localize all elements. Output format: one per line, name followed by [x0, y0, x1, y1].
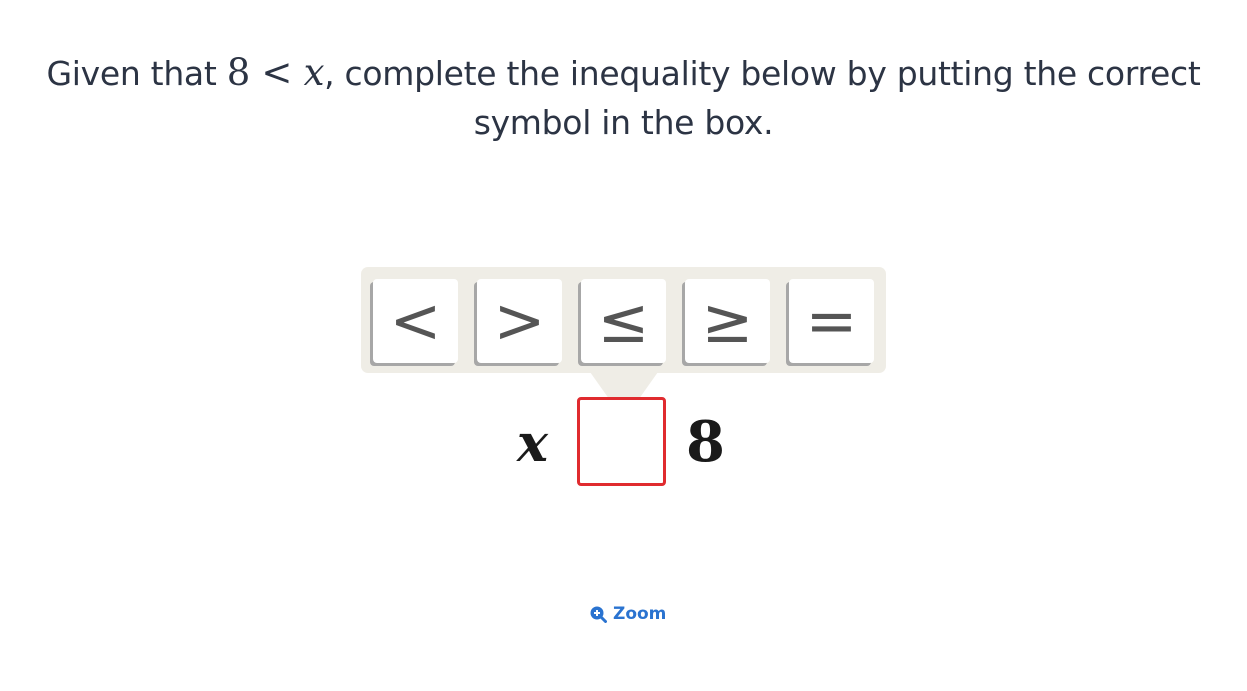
zoom-in-icon [590, 606, 607, 623]
symbol-key-equals[interactable]: = [789, 279, 874, 363]
question-line-1: Given that 8 < x, complete the inequalit… [0, 48, 1247, 98]
question-prefix: Given that [46, 54, 227, 93]
question-suffix: , complete the inequality below by putti… [324, 54, 1201, 93]
variable-x: x [517, 413, 549, 474]
symbol-key-greater-or-equal[interactable]: ≥ [685, 279, 770, 363]
question-line-2: symbol in the box. [473, 103, 774, 142]
symbol-key-greater-than[interactable]: > [477, 279, 562, 363]
inequality: x 8 [0, 395, 1247, 495]
number-eight: 8 [686, 409, 725, 475]
symbol-key-less-or-equal[interactable]: ≤ [581, 279, 666, 363]
zoom-button[interactable]: Zoom [590, 604, 666, 624]
math-expression: 8 < x [226, 51, 325, 94]
question-text: Given that 8 < x, complete the inequalit… [0, 48, 1247, 147]
answer-drop-box[interactable] [577, 397, 666, 486]
zoom-label: Zoom [613, 604, 667, 624]
math-right: x [303, 51, 325, 94]
symbol-key-less-than[interactable]: < [373, 279, 458, 363]
math-left: 8 [226, 51, 251, 94]
math-operator: < [261, 51, 293, 94]
